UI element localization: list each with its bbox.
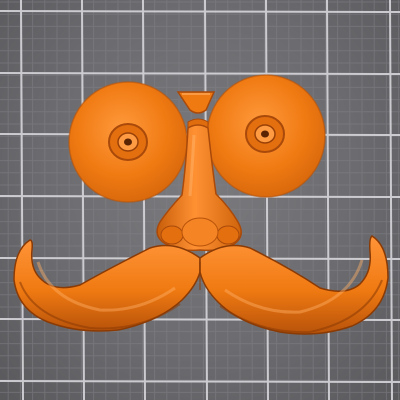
3d-viewport[interactable]: [0, 0, 400, 400]
right-lens: [206, 74, 326, 198]
3d-model-mustache-glasses[interactable]: [0, 0, 400, 400]
left-lens: [68, 81, 188, 203]
